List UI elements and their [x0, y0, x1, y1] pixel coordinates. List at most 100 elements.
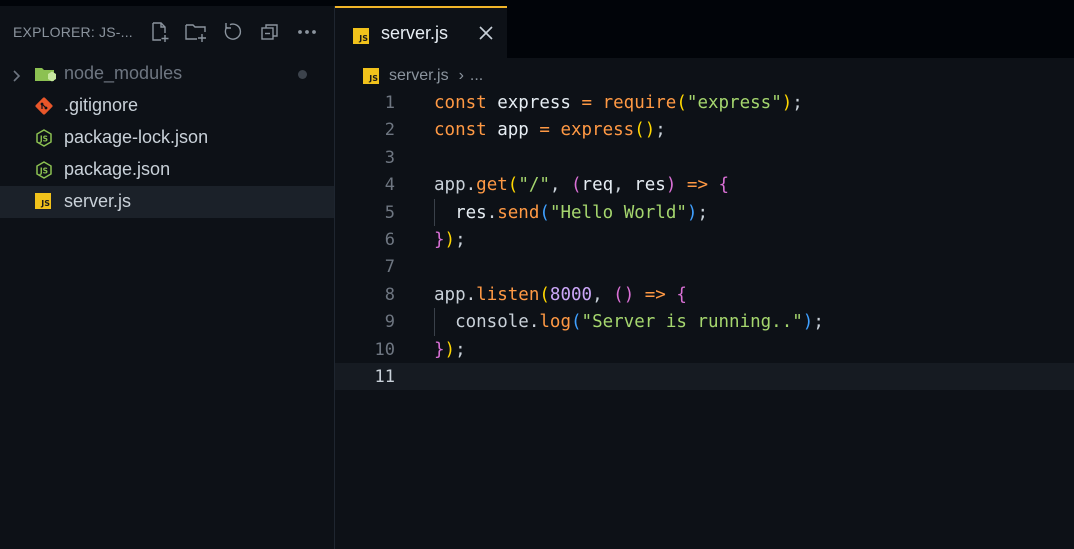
code-token: "Hello World" — [549, 202, 687, 223]
new-file-icon[interactable] — [140, 20, 177, 44]
code-token: app — [497, 120, 529, 141]
code-token: 8000 — [549, 284, 593, 305]
chevron-right-icon: › — [458, 67, 464, 84]
code-token: ( — [539, 202, 550, 223]
tab-bar: JS server.js — [335, 6, 1074, 58]
explorer-title: EXPLORER: JS-... — [13, 24, 133, 40]
code-line[interactable]: 9 console.log("Server is running.."); — [335, 308, 1074, 336]
code-token: ; — [697, 202, 708, 223]
tree-item-label: package.json — [64, 159, 171, 179]
code-token: } — [434, 339, 445, 360]
new-folder-icon[interactable] — [177, 20, 214, 44]
code-token: send — [497, 202, 540, 223]
tree-item-package-lock[interactable]: JS package-lock.json — [0, 122, 334, 154]
code-token: = — [528, 120, 561, 141]
code-token: . — [465, 175, 477, 196]
code-token: ( — [676, 93, 687, 113]
code-token: "express" — [686, 93, 782, 113]
explorer-sidebar: EXPLORER: JS-... node_modules .gitignore… — [0, 6, 335, 549]
code-line[interactable]: 3 — [335, 144, 1074, 171]
line-number: 10 — [374, 339, 395, 360]
refresh-icon[interactable] — [214, 20, 251, 44]
line-number: 7 — [384, 257, 395, 278]
collapse-all-icon[interactable] — [251, 20, 288, 44]
code-token: log — [539, 312, 571, 333]
line-number: 6 — [384, 229, 395, 250]
close-icon[interactable] — [479, 26, 493, 40]
folder-icon — [35, 65, 56, 83]
tree-item-gitignore[interactable]: .gitignore — [0, 90, 334, 122]
breadcrumb-file[interactable]: server.js — [389, 67, 449, 85]
code-text: app.listen(8000, () => { — [434, 285, 687, 305]
code-token: , — [613, 175, 635, 196]
code-token: , — [549, 175, 571, 196]
tree-item-label: package-lock.json — [64, 127, 209, 147]
code-line[interactable]: 6}); — [335, 226, 1074, 253]
code-token: { — [676, 284, 687, 305]
line-number: 8 — [384, 284, 395, 305]
code-token: ( — [571, 175, 582, 196]
code-token: const — [434, 93, 498, 113]
code-line[interactable]: 4 app.get("/", (req, res) => { — [335, 171, 1074, 198]
code-token: => — [676, 175, 719, 196]
code-token: app — [434, 175, 466, 196]
code-text: }); — [434, 230, 466, 250]
code-line[interactable]: 11 — [335, 362, 1074, 391]
explorer-actions — [140, 20, 325, 44]
line-number: 4 — [384, 175, 395, 196]
code-token: ) — [444, 229, 456, 250]
js-icon: JS — [363, 68, 379, 84]
line-number: 11 — [374, 366, 395, 387]
tree-item-label: .gitignore — [64, 95, 139, 115]
code-line[interactable]: 8 app.listen(8000, () => { — [335, 281, 1074, 308]
code-token: () — [613, 284, 635, 305]
code-token: require — [602, 93, 677, 113]
code-text: app.get("/", (req, res) => { — [434, 175, 729, 195]
code-line[interactable]: 10}); — [335, 336, 1074, 363]
code-token: ) — [665, 175, 677, 196]
code-token: app — [434, 284, 466, 305]
nodejs-icon: JS — [35, 129, 53, 147]
chevron-right-icon[interactable] — [10, 67, 24, 82]
code-line[interactable]: 7 — [335, 253, 1074, 280]
code-token: console — [434, 312, 529, 333]
line-number: 2 — [384, 120, 395, 141]
tree-item-package-json[interactable]: JS package.json — [0, 154, 334, 186]
tree-item-label: node_modules — [64, 63, 183, 83]
code-line[interactable]: 5 res.send("Hello World"); — [335, 198, 1074, 226]
code-line[interactable]: 1 const express = require("express"); — [335, 89, 1074, 116]
more-icon[interactable] — [288, 20, 325, 44]
nodejs-icon: JS — [35, 161, 53, 179]
tree-item-node-modules[interactable]: node_modules — [0, 58, 334, 90]
code-token: res — [434, 202, 487, 223]
breadcrumb: JS server.js › ... — [363, 64, 483, 88]
svg-text:JS: JS — [39, 135, 48, 144]
code-token: ( — [570, 312, 582, 333]
code-token: ) — [444, 339, 456, 360]
code-token: ; — [455, 229, 466, 250]
js-icon: JS — [353, 28, 369, 44]
code-token: "Server is running.." — [581, 312, 803, 333]
code-token: ; — [455, 339, 466, 360]
code-text: const express = require("express"); — [434, 93, 803, 113]
code-token: ) — [686, 202, 698, 223]
code-token: ; — [813, 312, 824, 333]
code-line[interactable]: 2 const app = express(); — [335, 116, 1074, 143]
code-token: ; — [792, 93, 803, 113]
code-token: "/" — [518, 175, 550, 196]
code-token: get — [476, 175, 508, 196]
code-editor[interactable]: 1 const express = require("express"); 2 con… — [335, 89, 1074, 391]
code-token: ( — [507, 175, 519, 196]
breadcrumb-more[interactable]: ... — [470, 67, 483, 85]
code-token: express — [497, 93, 571, 113]
tab-label: server.js — [381, 23, 449, 43]
code-token: const — [434, 120, 498, 141]
svg-text:JS: JS — [39, 167, 48, 176]
tree-item-server-js[interactable]: JS server.js — [0, 186, 334, 218]
code-token: req — [581, 175, 614, 196]
code-token: ( — [539, 284, 550, 305]
editor-area: JS server.js JS server.js › ... 1 const e… — [335, 6, 1074, 549]
code-token: res — [634, 175, 666, 196]
code-token: ) — [781, 93, 793, 113]
tab-server-js[interactable]: JS server.js — [335, 6, 507, 58]
